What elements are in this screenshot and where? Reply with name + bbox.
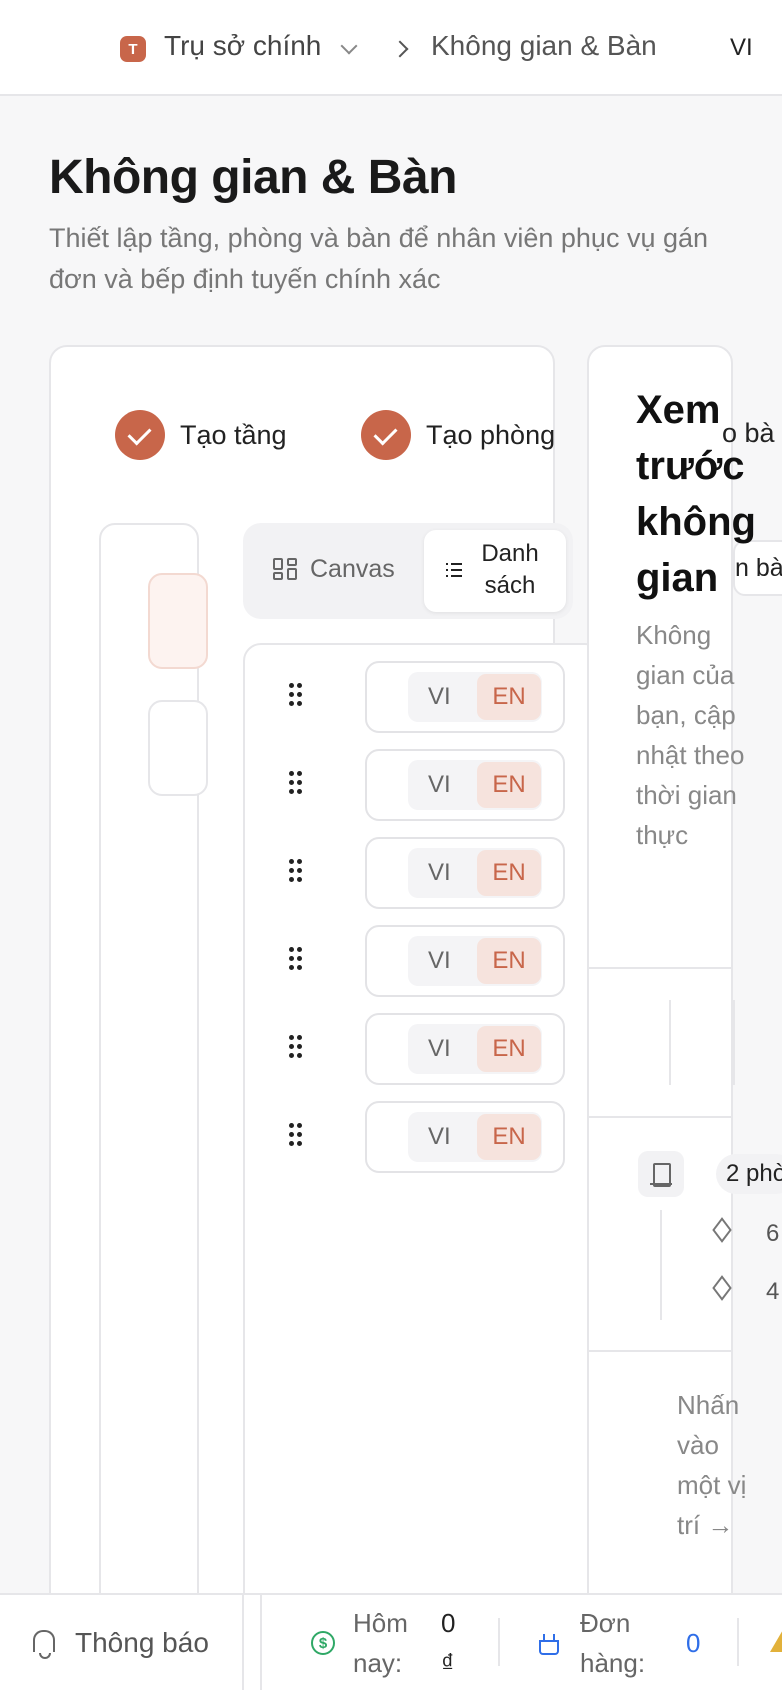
lang-en-option[interactable]: EN: [477, 850, 541, 896]
lang-vi-option[interactable]: VI: [428, 859, 451, 887]
layers-icon: [711, 1275, 735, 1302]
page-title: Không gian & Bàn: [49, 151, 457, 204]
tab-canvas[interactable]: Canvas: [310, 555, 395, 584]
preview-title: Xem trước không gian: [636, 388, 756, 600]
drag-handle-icon[interactable]: [289, 1123, 303, 1151]
lang-en-option[interactable]: EN: [477, 674, 541, 720]
drag-handle-icon[interactable]: [289, 1035, 303, 1063]
step-check-icon: [115, 410, 165, 460]
building-icon: [638, 1151, 684, 1197]
tenant-switcher[interactable]: Trụ sở chính: [164, 30, 321, 62]
preview-description: Không gian của bạn, cập nhật theo thời g…: [636, 620, 745, 850]
layer-count: 4: [766, 1278, 780, 1305]
page-subtitle: Thiết lập tầng, phòng và bàn để nhân viê…: [49, 223, 709, 294]
grid-icon: [273, 558, 297, 582]
preview-hint: Nhấn vào một vị trí →: [677, 1390, 747, 1540]
divider: [669, 1000, 671, 1085]
layers-icon: [711, 1217, 735, 1244]
step-label-room[interactable]: Tạo phòng: [426, 420, 555, 451]
divider: [587, 967, 733, 969]
divider: [260, 1593, 262, 1690]
rooms-count-badge: 2 phò: [716, 1154, 782, 1194]
bell-icon[interactable]: [30, 1628, 58, 1659]
floor-item-active[interactable]: [148, 573, 208, 669]
lang-vi-option[interactable]: VI: [428, 947, 451, 975]
divider: [587, 1116, 733, 1118]
orders-count: 0: [686, 1628, 701, 1658]
lang-en-option[interactable]: EN: [477, 938, 541, 984]
divider: [733, 1000, 735, 1085]
lang-en-option[interactable]: EN: [477, 1026, 541, 1072]
warning-icon[interactable]: [770, 1628, 782, 1652]
divider: [498, 1618, 500, 1666]
drag-handle-icon[interactable]: [289, 771, 303, 799]
lang-vi-option[interactable]: VI: [428, 683, 451, 711]
lang-vi-option[interactable]: VI: [428, 771, 451, 799]
today-label: Hôm nay:: [353, 1608, 408, 1678]
drag-handle-icon[interactable]: [289, 947, 303, 975]
divider: [242, 1593, 244, 1690]
tenant-avatar[interactable]: T: [120, 36, 146, 62]
tree-line: [660, 1210, 662, 1320]
floor-list-column: [99, 523, 199, 1690]
lang-vi-option[interactable]: VI: [428, 1123, 451, 1151]
lang-en-option[interactable]: EN: [477, 1114, 541, 1160]
basket-icon: [537, 1634, 561, 1655]
breadcrumb-current: Không gian & Bàn: [431, 30, 657, 61]
today-revenue: 0 ₫: [441, 1608, 456, 1678]
dollar-icon: $: [311, 1631, 335, 1655]
lang-en-option[interactable]: EN: [477, 762, 541, 808]
orders-label: Đơn hàng:: [580, 1608, 646, 1678]
language-switcher[interactable]: VI: [730, 34, 753, 62]
divider: [587, 1350, 733, 1352]
layer-count: 6: [766, 1220, 780, 1247]
lang-vi-option[interactable]: VI: [428, 1035, 451, 1063]
drag-handle-icon[interactable]: [289, 683, 303, 711]
notifications-button[interactable]: Thông báo: [75, 1627, 209, 1659]
drag-handle-icon[interactable]: [289, 859, 303, 887]
step-check-icon: [361, 410, 411, 460]
divider: [737, 1618, 739, 1666]
tab-list-label: Danh sách: [481, 540, 539, 599]
list-icon: [446, 563, 462, 577]
step-label-floor[interactable]: Tạo tầng: [180, 420, 287, 451]
floor-item[interactable]: [148, 700, 208, 796]
